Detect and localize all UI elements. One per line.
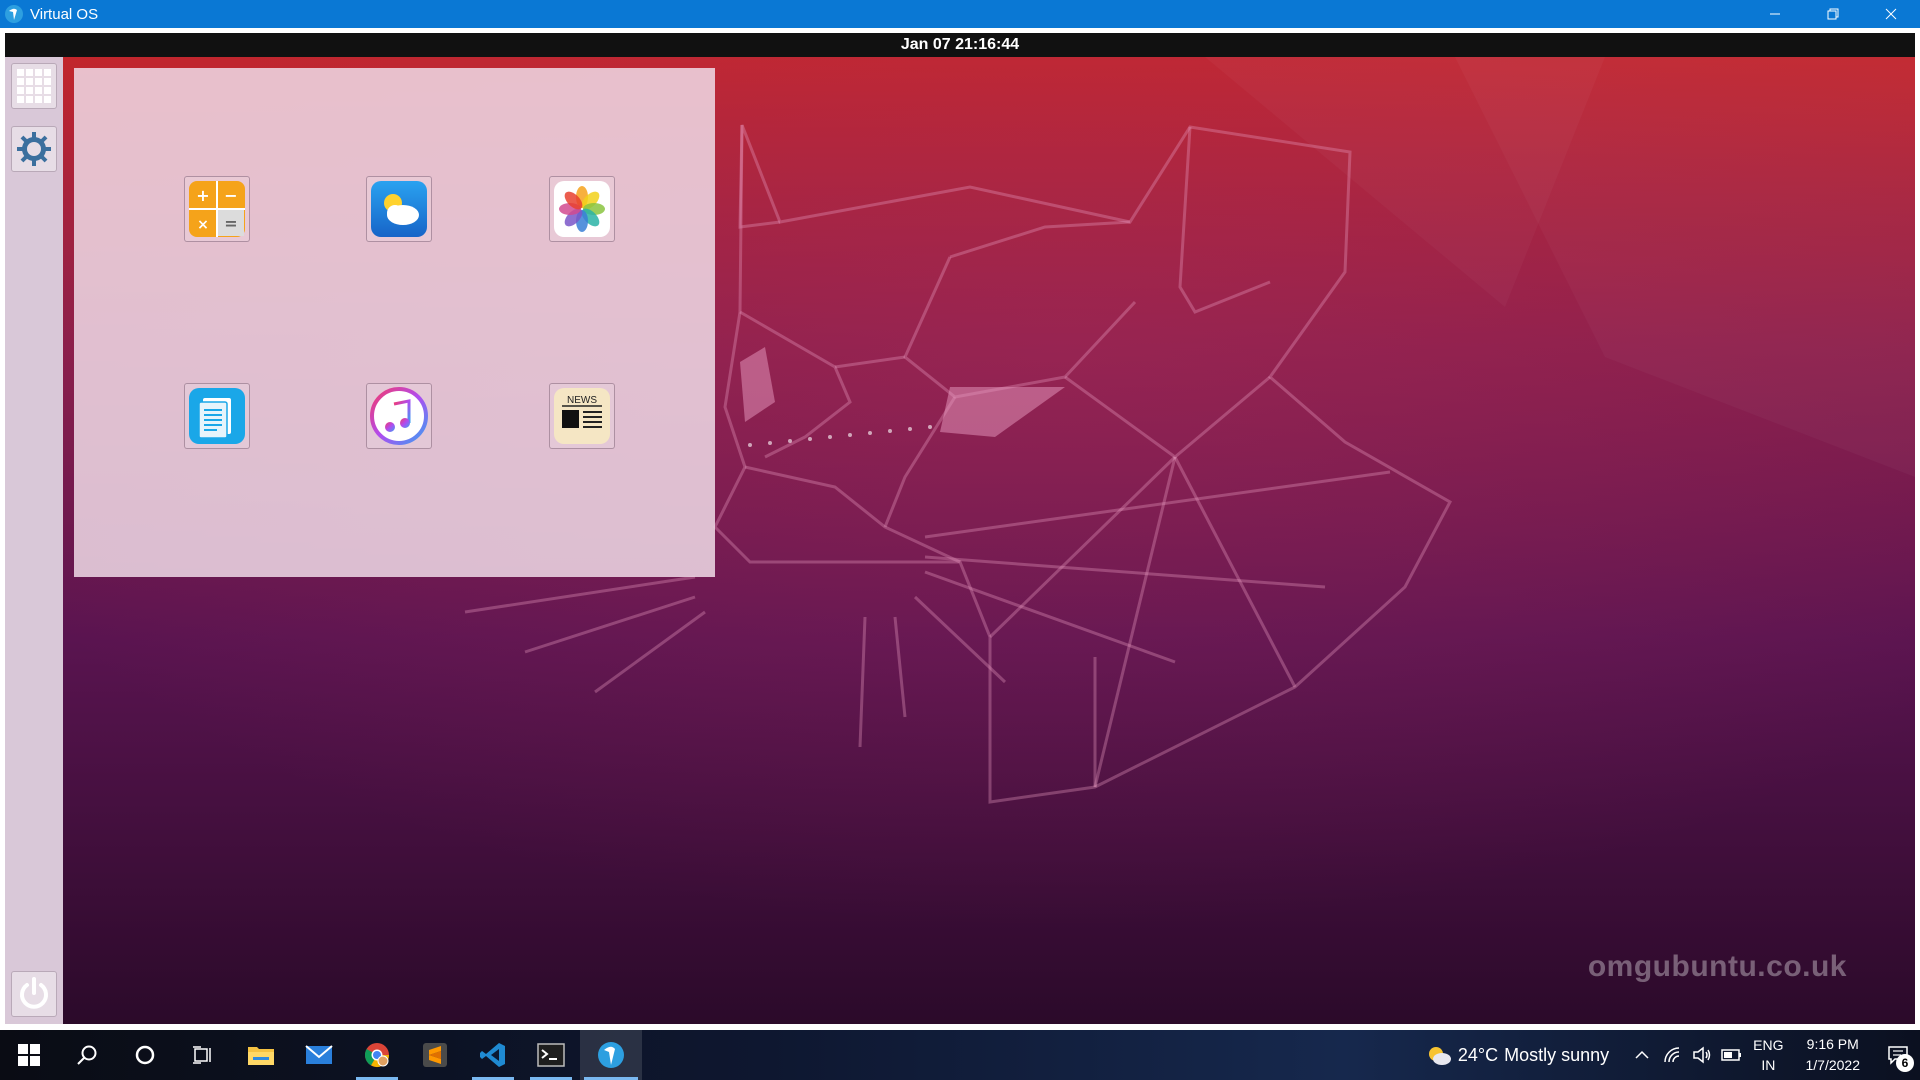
region-code: IN bbox=[1761, 1057, 1776, 1073]
search-button[interactable] bbox=[58, 1030, 116, 1080]
sublime-text-icon bbox=[423, 1043, 447, 1067]
taskbar-mail[interactable] bbox=[290, 1030, 348, 1080]
news-icon: NEWS bbox=[554, 388, 610, 444]
restore-button[interactable] bbox=[1804, 0, 1862, 28]
window-controls bbox=[1746, 0, 1920, 28]
window-title: Virtual OS bbox=[30, 5, 99, 23]
minimize-button[interactable] bbox=[1746, 0, 1804, 28]
news-icon-label: NEWS bbox=[567, 395, 597, 406]
taskbar-clock[interactable]: 9:16 PM 1/7/2022 bbox=[1806, 1034, 1861, 1076]
clock-date: 1/7/2022 bbox=[1805, 1057, 1861, 1073]
taskbar-terminal[interactable] bbox=[522, 1030, 580, 1080]
svg-text:=: = bbox=[224, 214, 237, 233]
app-weather[interactable] bbox=[366, 176, 432, 242]
weather-description: Mostly sunny bbox=[1504, 1044, 1610, 1065]
taskbar-sublime-text[interactable] bbox=[406, 1030, 464, 1080]
terminal-icon bbox=[537, 1043, 565, 1067]
app-text-editor[interactable] bbox=[184, 383, 250, 449]
system-tray: 24°C Mostly sunny ENG IN 9:16 PM 1/7/202… bbox=[1426, 1030, 1920, 1080]
taskbar-file-explorer[interactable] bbox=[232, 1030, 290, 1080]
cortana-icon bbox=[135, 1045, 155, 1065]
close-button[interactable] bbox=[1862, 0, 1920, 28]
svg-text:−: − bbox=[224, 186, 237, 205]
input-language-indicator[interactable]: ENG IN bbox=[1753, 1035, 1783, 1075]
calculator-icon: + − × = bbox=[189, 181, 245, 237]
app-music[interactable] bbox=[366, 383, 432, 449]
task-view-icon bbox=[193, 1046, 211, 1064]
chevron-up-icon bbox=[1635, 1050, 1649, 1059]
minimize-icon bbox=[1770, 13, 1780, 15]
clock-time: 9:16 PM bbox=[1806, 1036, 1859, 1052]
app-grid-button[interactable] bbox=[11, 63, 57, 109]
weather-widget[interactable]: 24°C Mostly sunny bbox=[1426, 1044, 1609, 1066]
taskbar-chrome[interactable] bbox=[348, 1030, 406, 1080]
notification-count-badge: 6 bbox=[1896, 1054, 1914, 1072]
app-grid-icon bbox=[17, 69, 51, 103]
vscode-icon bbox=[480, 1043, 505, 1067]
start-icon bbox=[18, 1044, 40, 1066]
photos-flower-icon bbox=[554, 181, 610, 237]
weather-partly-sunny-icon bbox=[1428, 1047, 1451, 1065]
settings-gear-icon bbox=[17, 132, 51, 166]
document-icon bbox=[189, 388, 245, 444]
file-explorer-icon bbox=[248, 1047, 274, 1065]
app-news[interactable]: NEWS bbox=[549, 383, 615, 449]
chrome-icon bbox=[364, 1043, 389, 1068]
battery-button[interactable] bbox=[1717, 1030, 1747, 1080]
language-code: ENG bbox=[1753, 1037, 1784, 1053]
power-button[interactable] bbox=[11, 971, 57, 1017]
task-view-button[interactable] bbox=[174, 1030, 232, 1080]
restore-icon bbox=[1827, 8, 1839, 20]
top-panel-clock[interactable]: Jan 07 21:16:44 bbox=[5, 33, 1915, 57]
settings-button[interactable] bbox=[11, 126, 57, 172]
svg-text:×: × bbox=[197, 217, 209, 233]
weather-cloud-icon bbox=[371, 181, 427, 237]
close-icon bbox=[1885, 8, 1897, 20]
svg-text:+: + bbox=[196, 186, 209, 205]
speaker-icon bbox=[1693, 1046, 1711, 1064]
taskbar-virtual-os[interactable] bbox=[580, 1030, 642, 1080]
cortana-button[interactable] bbox=[116, 1030, 174, 1080]
app-calculator[interactable]: + − × = bbox=[184, 176, 250, 242]
wifi-icon bbox=[1664, 1047, 1680, 1063]
virtual-os-icon bbox=[598, 1042, 624, 1068]
side-dock bbox=[5, 57, 63, 1024]
app-photos[interactable] bbox=[549, 176, 615, 242]
network-button[interactable] bbox=[1657, 1030, 1687, 1080]
virtual-desktop[interactable]: Jan 07 21:16:44 omgubuntu.co.uk + − × = … bbox=[5, 33, 1915, 1024]
volume-button[interactable] bbox=[1687, 1030, 1717, 1080]
weather-temperature: 24°C bbox=[1457, 1044, 1499, 1065]
power-icon bbox=[20, 977, 48, 1009]
show-hidden-icons-button[interactable] bbox=[1627, 1030, 1657, 1080]
taskbar-vscode[interactable] bbox=[464, 1030, 522, 1080]
windows-taskbar: 24°C Mostly sunny ENG IN 9:16 PM 1/7/202… bbox=[0, 1030, 1920, 1080]
mail-icon bbox=[305, 1045, 333, 1064]
music-note-icon bbox=[370, 387, 428, 445]
virtual-os-app-icon bbox=[5, 5, 23, 23]
search-icon bbox=[77, 1045, 97, 1065]
wallpaper-watermark: omgubuntu.co.uk bbox=[1587, 950, 1847, 983]
window-titlebar[interactable]: Virtual OS bbox=[0, 0, 1920, 28]
start-button[interactable] bbox=[0, 1030, 58, 1080]
action-center-button[interactable]: 6 bbox=[1876, 1030, 1920, 1080]
battery-icon bbox=[1721, 1049, 1742, 1061]
app-launcher-panel: + − × = NEWS bbox=[74, 68, 715, 577]
